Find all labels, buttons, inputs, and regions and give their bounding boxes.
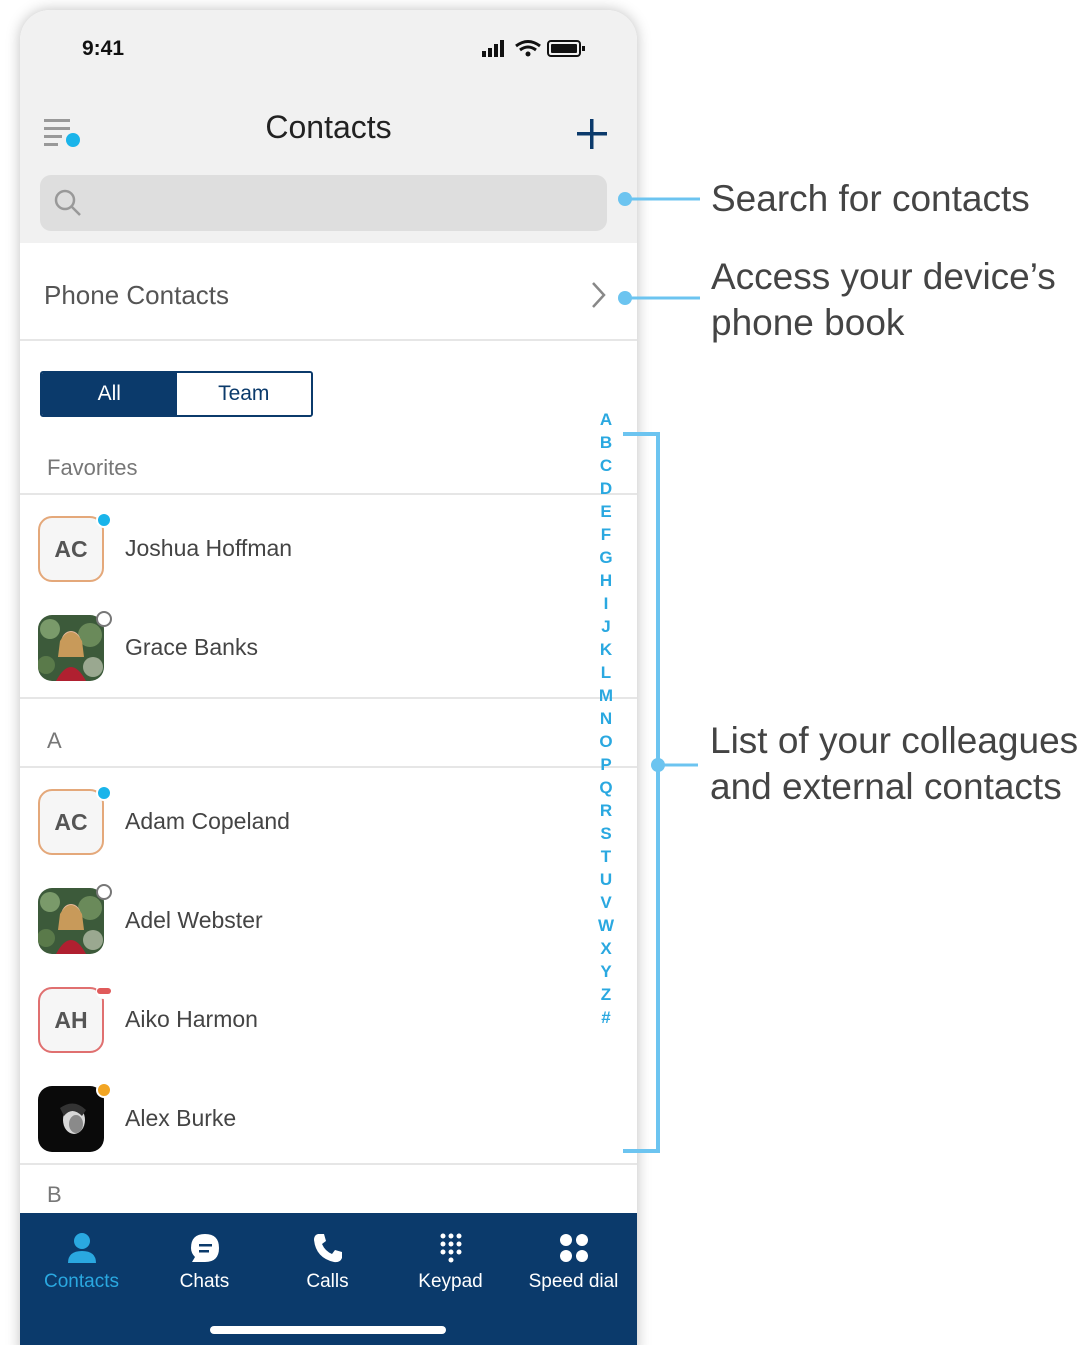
- annotation-phone-book-line1: Access your device’s: [711, 256, 1056, 297]
- annotation-search: Search for contacts: [711, 178, 1030, 219]
- annotation-list-line1: List of your colleagues: [710, 720, 1079, 761]
- annotation-list-line2: and external contacts: [710, 766, 1062, 807]
- annotation-phone-book-line2: phone book: [711, 302, 905, 343]
